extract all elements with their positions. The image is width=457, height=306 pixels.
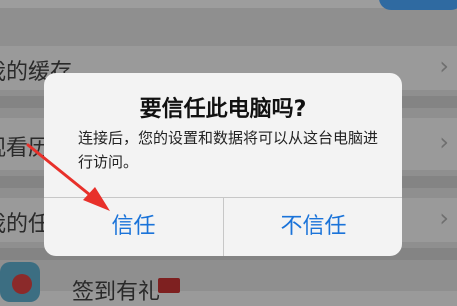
list-item-signin[interactable]: 签到有礼 (0, 264, 457, 305)
list-item-label: 签到有礼 (72, 280, 161, 305)
dialog-title: 要信任此电脑吗? (139, 97, 307, 122)
trust-button[interactable]: 信任 (44, 198, 223, 256)
chevron-right-icon: › (439, 128, 449, 156)
dialog-message: 连接后，您的设置和数据将可以从这台电脑进行访问。 (78, 129, 379, 171)
chevron-right-icon: › (439, 204, 449, 232)
list-item-label: 观看历 (0, 136, 51, 161)
list-item-label: 我的任 (0, 212, 51, 237)
chevron-right-icon: › (439, 52, 449, 80)
top-action-button[interactable] (379, 0, 457, 10)
distrust-button[interactable]: 不信任 (224, 198, 402, 256)
trust-computer-dialog: 要信任此电脑吗? 连接后，您的设置和数据将可以从这台电脑进行访问。 信任 不信任 (44, 73, 402, 256)
